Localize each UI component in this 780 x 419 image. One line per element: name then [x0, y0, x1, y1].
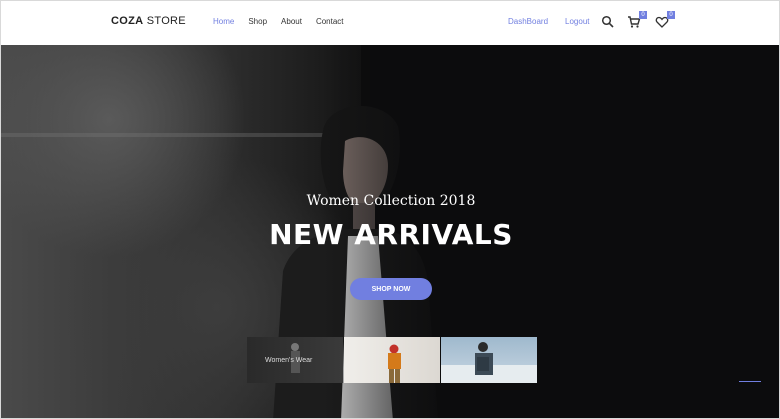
- brand-logo[interactable]: COZA STORE: [111, 15, 186, 27]
- nav-item-shop[interactable]: Shop: [248, 17, 267, 26]
- brand-name-light: STORE: [143, 15, 186, 27]
- nav-item-about[interactable]: About: [281, 17, 302, 26]
- thumb3-model: [441, 342, 537, 383]
- thumbnail-label: Women's Wear: [265, 357, 313, 364]
- cart-icon[interactable]: 0: [627, 11, 647, 29]
- thumbnail-mens-orange[interactable]: [344, 337, 440, 383]
- nav-item-home[interactable]: Home: [213, 17, 234, 26]
- account-links: DashBoard Logout: [508, 17, 590, 26]
- cart-count-badge: 0: [639, 11, 647, 19]
- search-icon[interactable]: [601, 15, 615, 29]
- brand-name-bold: COZA: [111, 15, 144, 27]
- search-icon-graphic: [601, 15, 614, 28]
- hero-title: NEW ARRIVALS: [269, 218, 513, 251]
- thumbnail-womens-wear[interactable]: Women's Wear: [247, 337, 343, 383]
- hero-slider: Women Collection 2018 NEW ARRIVALS SHOP …: [1, 45, 779, 418]
- logout-link[interactable]: Logout: [565, 17, 589, 26]
- wishlist-count-badge: 0: [667, 11, 675, 19]
- slide-thumbnails: Women's Wear: [247, 337, 537, 383]
- dashboard-link[interactable]: DashBoard: [508, 17, 548, 26]
- thumbnail-backpack[interactable]: [441, 337, 537, 383]
- wishlist-icon[interactable]: 0: [655, 11, 675, 29]
- main-nav: Home Shop About Contact: [213, 17, 344, 26]
- nav-item-contact[interactable]: Contact: [316, 17, 344, 26]
- slide-indicator[interactable]: [739, 381, 761, 382]
- site-header: COZA STORE Home Shop About Contact DashB…: [1, 1, 779, 45]
- thumb2-model: [388, 344, 401, 383]
- page-frame: COZA STORE Home Shop About Contact DashB…: [0, 0, 780, 419]
- hero-subtitle: Women Collection 2018: [306, 193, 476, 209]
- shop-now-button[interactable]: SHOP NOW: [350, 278, 432, 300]
